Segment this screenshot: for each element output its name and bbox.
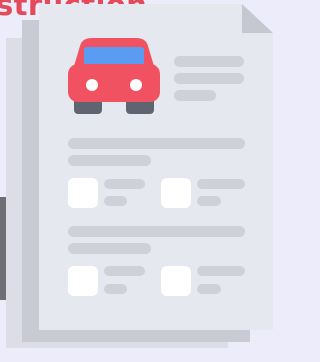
checkbox-2-line-1 [197,179,245,189]
checkbox-3-line-1 [104,266,145,276]
section-2-line-2 [68,243,151,254]
stage: struction. [0,0,273,362]
title-line-3 [174,90,216,101]
checkbox-1 [68,178,98,208]
checkbox-4 [161,266,191,296]
title-line-1 [174,56,244,67]
car-body [68,64,160,102]
checkbox-3 [68,266,98,296]
car-headlight-right [130,79,142,91]
section-1-line-1 [68,138,245,149]
section-1-line-2 [68,155,151,166]
car-headlight-left [86,79,98,91]
checkbox-2-line-2 [197,196,221,206]
title-line-2 [174,73,244,84]
car-document-icon [0,4,273,348]
checkbox-4-line-1 [197,266,245,276]
edge-strip [0,197,6,300]
section-2-line-1 [68,226,245,237]
checkbox-1-line-1 [104,179,145,189]
checkbox-4-line-2 [197,284,221,294]
dog-ear [242,4,273,33]
checkbox-2 [161,178,191,208]
checkbox-1-line-2 [104,196,127,206]
checkbox-3-line-2 [104,284,127,294]
